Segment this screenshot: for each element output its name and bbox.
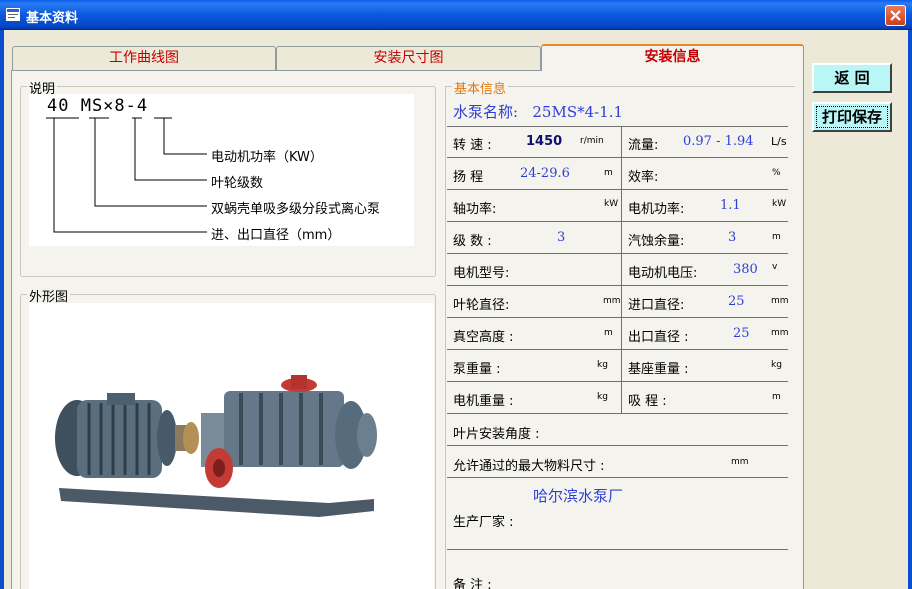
tab-panel [11,70,804,589]
close-button[interactable] [885,5,906,26]
tab-work-curve[interactable]: 工作曲线图 [12,46,276,70]
window-frame-left [0,30,4,589]
tab-install-info[interactable]: 安装信息 [541,44,804,71]
print-save-button[interactable]: 打印保存 [812,102,892,132]
window-title: 基本资料 [26,11,79,26]
close-icon [890,10,901,21]
tab-install-dimension[interactable]: 安装尺寸图 [276,46,541,70]
title-bar: 基本资料 [0,0,912,30]
app-icon [6,8,20,21]
back-button[interactable]: 返 回 [812,63,892,93]
window-frame-right [908,30,912,589]
